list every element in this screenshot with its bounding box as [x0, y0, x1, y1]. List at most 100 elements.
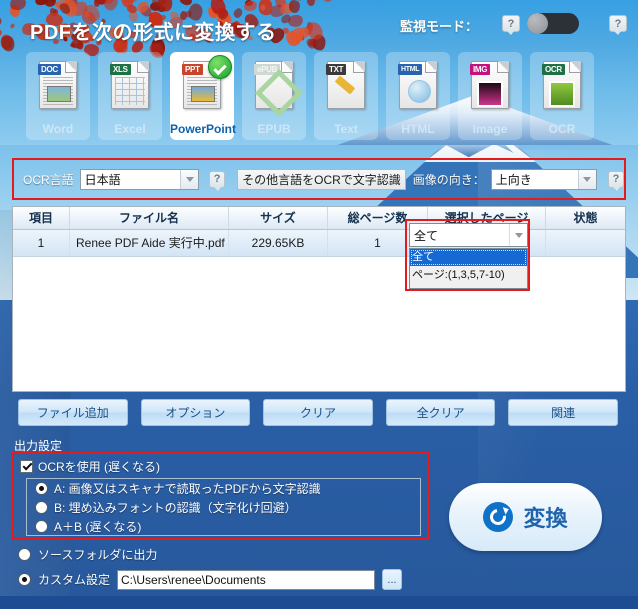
use-ocr-checkbox[interactable]	[20, 460, 33, 473]
format-tile-list: DOC Word XLS Excel PPT PowerPoint ePUB E…	[26, 52, 612, 140]
format-tile-text[interactable]: TXT Text	[314, 52, 378, 140]
ocr-settings-highlight: OCRを使用 (遅くなる) A: 画像又はスキャナで読取ったPDFから文字認識 …	[12, 452, 429, 540]
convert-button[interactable]: 変換	[449, 483, 602, 551]
radio-output-custom[interactable]	[18, 573, 31, 586]
ocr-language-select[interactable]: 日本語	[80, 169, 199, 190]
badge-label: OCR	[542, 64, 565, 75]
page-selection-option-range[interactable]: ページ:(1,3,5,7-10)	[410, 267, 527, 284]
radio-ocr-mode-b[interactable]	[35, 501, 48, 514]
ocr-mode-option-b[interactable]: B: 埋め込みフォントの認識（文字化け回避）	[27, 498, 420, 517]
window-bottom-bar	[0, 596, 638, 609]
doc-icon-ocr: OCR	[543, 61, 581, 109]
format-label-word: Word	[26, 122, 90, 136]
badge-label: TXT	[326, 64, 346, 75]
action-button-bar: ファイル追加 オプション クリア 全クリア 関連	[18, 399, 618, 427]
format-tile-ocr[interactable]: OCR OCR	[530, 52, 594, 140]
format-tile-word[interactable]: DOC Word	[26, 52, 90, 140]
badge-label: PPT	[182, 64, 203, 75]
globe-icon	[408, 80, 431, 103]
photo-thumbnail-icon	[549, 81, 575, 107]
cell-filename: Renee PDF Aide 実行中.pdf	[70, 230, 229, 256]
add-file-button[interactable]: ファイル追加	[18, 399, 128, 426]
image-orientation-label: 画像の向き：	[413, 171, 485, 188]
page-selection-value: 全て	[410, 227, 509, 244]
radio-output-source-folder[interactable]	[18, 548, 31, 561]
ocr-language-label: OCR言語	[23, 171, 74, 188]
file-list: 項目 ファイル名 サイズ 総ページ数 選択したページ 状態 1 Renee PD…	[12, 206, 626, 392]
help-icon-watch-mode[interactable]: ?	[502, 15, 520, 32]
page-fold-icon	[281, 61, 293, 73]
chevron-down-icon[interactable]	[509, 224, 527, 246]
help-icon-ocr-language[interactable]: ?	[209, 171, 225, 188]
chevron-down-icon[interactable]	[578, 170, 596, 189]
use-ocr-label: OCRを使用 (遅くなる)	[38, 458, 160, 475]
options-button[interactable]: オプション	[141, 399, 251, 426]
ocr-language-value: 日本語	[81, 171, 180, 188]
doc-body	[43, 77, 73, 105]
format-tile-image[interactable]: IMG Image	[458, 52, 522, 140]
format-tile-powerpoint[interactable]: PPT PowerPoint	[170, 52, 234, 140]
cell-size: 229.65KB	[229, 230, 328, 256]
table-row[interactable]: 1 Renee PDF Aide 実行中.pdf 229.65KB 1	[13, 230, 625, 257]
help-icon-general[interactable]: ?	[609, 15, 627, 32]
page-fold-icon	[137, 61, 149, 73]
ocr-language-bar: OCR言語 日本語 ? その他言語をOCRで文字認識 画像の向き： 上向き ?	[12, 158, 626, 200]
doc-body	[403, 77, 433, 105]
spreadsheet-grid-icon	[115, 77, 145, 105]
page-fold-icon	[569, 61, 581, 73]
format-label-excel: Excel	[98, 122, 162, 136]
output-source-folder-label: ソースフォルダに出力	[38, 546, 157, 563]
radio-ocr-mode-ab[interactable]	[35, 520, 48, 533]
format-label-html: HTML	[386, 122, 450, 136]
browse-folder-button[interactable]: ...	[382, 569, 402, 590]
destination-source-folder-row[interactable]: ソースフォルダに出力	[18, 546, 157, 563]
pencil-icon	[335, 76, 355, 95]
related-button[interactable]: 関連	[508, 399, 618, 426]
app-header: PDFを次の形式に変換する 監視モード： ? ? DOC Word XLS Ex…	[0, 0, 638, 145]
watch-mode-toggle[interactable]	[527, 13, 579, 34]
format-label-powerpoint: PowerPoint	[170, 122, 234, 136]
refresh-icon	[483, 502, 513, 532]
doc-body	[475, 77, 505, 105]
page-selection-select[interactable]: 全て	[409, 223, 528, 247]
page-fold-icon	[425, 61, 437, 73]
page-fold-icon	[497, 61, 509, 73]
doc-body	[187, 77, 217, 105]
format-label-text: Text	[314, 122, 378, 136]
ocr-mode-b-label: B: 埋め込みフォントの認識（文字化け回避）	[54, 499, 297, 516]
format-tile-epub[interactable]: ePUB EPUB	[242, 52, 306, 140]
output-path-input[interactable]	[117, 570, 375, 590]
badge-label: HTML	[398, 64, 422, 75]
format-tile-excel[interactable]: XLS Excel	[98, 52, 162, 140]
format-label-image: Image	[458, 122, 522, 136]
clear-all-button[interactable]: 全クリア	[386, 399, 496, 426]
renee-pdf-aide-window: PDFを次の形式に変換する 監視モード： ? ? DOC Word XLS Ex…	[0, 0, 638, 609]
chevron-down-icon[interactable]	[180, 170, 198, 189]
doc-icon-text: TXT	[327, 61, 365, 109]
radio-ocr-mode-a[interactable]	[35, 482, 48, 495]
image-orientation-select[interactable]: 上向き	[491, 169, 597, 190]
doc-icon-word: DOC	[39, 61, 77, 109]
cell-status	[546, 230, 625, 256]
doc-thumbnail	[47, 86, 71, 102]
format-tile-html[interactable]: HTML HTML	[386, 52, 450, 140]
format-label-epub: EPUB	[242, 122, 306, 136]
destination-custom-row[interactable]: カスタム設定 ...	[18, 569, 402, 590]
ocr-mode-a-label: A: 画像又はスキャナで読取ったPDFから文字認識	[54, 480, 321, 497]
watch-mode-toggle-knob[interactable]	[527, 13, 548, 34]
file-list-header: 項目 ファイル名 サイズ 総ページ数 選択したページ 状態	[13, 207, 625, 230]
output-custom-label: カスタム設定	[38, 571, 110, 588]
ocr-mode-option-ab[interactable]: A＋B (遅くなる)	[27, 517, 420, 536]
doc-body	[331, 77, 361, 105]
clear-button[interactable]: クリア	[263, 399, 373, 426]
doc-body	[547, 77, 577, 105]
ocr-mode-option-a[interactable]: A: 画像又はスキャナで読取ったPDFから文字認識	[27, 479, 420, 498]
page-fold-icon	[353, 61, 365, 73]
other-language-ocr-button[interactable]: その他言語をOCRで文字認識	[237, 169, 406, 190]
use-ocr-checkbox-row[interactable]: OCRを使用 (遅くなる)	[20, 458, 160, 475]
format-label-ocr: OCR	[530, 122, 594, 136]
page-selection-option-all[interactable]: 全て	[410, 249, 527, 266]
doc-icon-html: HTML	[399, 61, 437, 109]
help-icon-orientation[interactable]: ?	[608, 171, 624, 188]
badge-label: XLS	[110, 64, 131, 75]
